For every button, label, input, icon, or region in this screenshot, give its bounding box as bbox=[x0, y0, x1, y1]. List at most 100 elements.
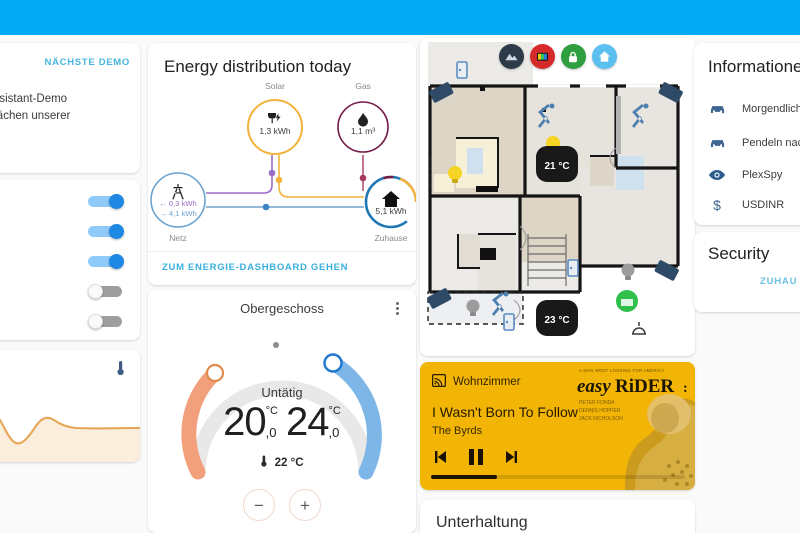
info-row-morning-commute[interactable]: Morgendliche P bbox=[708, 95, 800, 123]
gas-value: 1,1 m³ bbox=[351, 126, 375, 136]
info-row-commute-home[interactable]: Pendeln nach H bbox=[708, 129, 800, 157]
floorplan-picture-elements[interactable]: 21 °C 23 °C bbox=[420, 38, 695, 356]
current-temp-tick bbox=[273, 342, 279, 348]
hills-badge[interactable] bbox=[498, 44, 524, 69]
album-art: A MAN WENT LOOKING FOR AMERICA easy RiDE… bbox=[573, 362, 695, 490]
high-setpoint-unit: °C bbox=[328, 405, 341, 417]
home-value: 5,1 kWh bbox=[375, 206, 406, 216]
svg-text:easy: easy bbox=[577, 376, 611, 397]
high-setpoint-decimal: ,0 bbox=[328, 425, 340, 440]
cast-icon bbox=[431, 373, 447, 390]
media-player-card: A MAN WENT LOOKING FOR AMERICA easy RiDE… bbox=[420, 362, 695, 490]
media-source: Wohnzimmer bbox=[431, 373, 521, 390]
energy-dashboard-link[interactable]: ZUM ENERGIE-DASHBOARD GEHEN bbox=[162, 262, 348, 273]
thermostat-state: Untätig bbox=[261, 385, 303, 400]
thermostat-title: Obergeschoss bbox=[240, 301, 324, 316]
entertainment-card: Unterhaltung bbox=[420, 500, 695, 533]
entity-row-1 bbox=[88, 194, 128, 214]
low-setpoint-decimal: ,0 bbox=[265, 425, 277, 440]
thermometer-icon bbox=[115, 360, 126, 381]
vacuum-icon bbox=[616, 290, 638, 312]
flow-dot-solar-grid bbox=[268, 169, 276, 177]
car-icon bbox=[708, 137, 726, 149]
high-setpoint-handle bbox=[323, 353, 343, 373]
information-title: Informationen bbox=[708, 57, 800, 76]
media-source-name: Wohnzimmer bbox=[453, 376, 521, 388]
energy-card-footer: ZUM ENERGIE-DASHBOARD GEHEN bbox=[148, 251, 416, 285]
energy-node-gas: 1,1 m³ bbox=[337, 101, 389, 153]
next-demo-link[interactable]: NÄCHSTE DEMO bbox=[45, 57, 130, 68]
lock-badge[interactable] bbox=[560, 44, 586, 69]
home-badge[interactable] bbox=[591, 44, 617, 69]
info-row-label: USDINR bbox=[742, 199, 785, 211]
svg-text:$: $ bbox=[713, 197, 721, 213]
energy-node-grid: ← 0,3 kWh → 4,1 kWh bbox=[150, 172, 206, 228]
toggle-switch-1[interactable] bbox=[88, 194, 124, 209]
grid-value-out: → 4,1 kWh bbox=[159, 209, 197, 218]
door-sensor-icon-hall bbox=[567, 259, 579, 277]
app-top-bar bbox=[0, 0, 800, 35]
thermometer-icon bbox=[261, 455, 267, 467]
increase-temperature-button[interactable]: + bbox=[289, 489, 321, 521]
svg-text:RiDER: RiDER bbox=[615, 376, 674, 397]
floorplan-thermostat-livingroom: 23 °C bbox=[536, 300, 578, 336]
media-progress-bar[interactable] bbox=[431, 475, 685, 479]
svg-text:DENNIS HOPPER: DENNIS HOPPER bbox=[579, 408, 621, 414]
svg-text:PETER FONDA: PETER FONDA bbox=[579, 400, 615, 406]
floorplan-badges bbox=[420, 44, 695, 69]
media-track-title: I Wasn't Born To Follow bbox=[432, 404, 578, 420]
eye-icon bbox=[708, 169, 726, 181]
television-badge[interactable] bbox=[529, 44, 555, 69]
media-controls bbox=[431, 447, 521, 472]
demo-description-line-1: st die Home Assistant-Demo bbox=[0, 93, 68, 105]
more-vertical-icon[interactable] bbox=[390, 302, 404, 318]
graph-plot bbox=[0, 416, 140, 462]
skip-previous-icon[interactable] bbox=[431, 448, 449, 471]
flow-dot-solar-home bbox=[275, 176, 283, 184]
pause-icon[interactable] bbox=[467, 447, 485, 472]
high-setpoint[interactable]: 24 °C ,0 bbox=[286, 402, 341, 442]
thermostat-current-temperature: 22 °C bbox=[148, 455, 416, 469]
door-sensor-icon-front bbox=[503, 313, 515, 331]
floorplan-card: 21 °C 23 °C bbox=[420, 38, 695, 356]
toggle-switch-4[interactable] bbox=[88, 284, 124, 299]
low-setpoint-value: 20 bbox=[223, 400, 266, 444]
easy-rider-cover: A MAN WENT LOOKING FOR AMERICA easy RiDE… bbox=[573, 362, 695, 490]
info-row-label: Morgendliche P bbox=[742, 103, 800, 115]
svg-text:23 °C: 23 °C bbox=[544, 315, 569, 326]
flow-dot-gas-home bbox=[359, 174, 367, 182]
floorplan-thermostat-upstairs: 21 °C bbox=[536, 146, 578, 182]
entity-row-3 bbox=[88, 254, 128, 274]
entity-row-5 bbox=[88, 314, 128, 334]
info-row-label: PlexSpy bbox=[742, 169, 783, 181]
info-row-plexspy[interactable]: PlexSpy bbox=[708, 161, 800, 189]
toggle-switch-3[interactable] bbox=[88, 254, 124, 269]
thermostat-setpoints: 20 °C ,0 24 °C ,0 bbox=[148, 402, 416, 442]
info-row-usdinr[interactable]: $ USDINR bbox=[708, 191, 800, 219]
grid-label: Netz bbox=[169, 233, 186, 243]
low-setpoint-handle bbox=[205, 363, 225, 383]
svg-text:A MAN WENT LOOKING FOR AMERICA: A MAN WENT LOOKING FOR AMERICA bbox=[579, 368, 665, 373]
toggle-switch-5[interactable] bbox=[88, 314, 124, 329]
media-artist: The Byrds bbox=[432, 425, 483, 437]
arm-home-button[interactable]: ZUHAU bbox=[760, 276, 797, 287]
skip-next-icon[interactable] bbox=[503, 448, 521, 471]
info-row-label: Pendeln nach H bbox=[742, 137, 800, 149]
energy-sankey-diagram: 1,3 kWh Solar 1,1 m³ Gas ← 0,3 kWh → 4,1… bbox=[150, 81, 416, 243]
svg-text:21 °C: 21 °C bbox=[544, 161, 569, 172]
gas-label: Gas bbox=[355, 81, 371, 91]
security-title: Security bbox=[708, 244, 770, 263]
entity-row-2 bbox=[88, 224, 128, 244]
demo-description: st die Home Assistant-Demo Benutzeroberf… bbox=[0, 91, 128, 125]
entities-toggle-card bbox=[0, 180, 140, 340]
information-card: Informationen Morgendliche P Pendeln nac… bbox=[694, 43, 800, 225]
low-setpoint-unit: °C bbox=[265, 405, 278, 417]
svg-text:JACK NICHOLSON: JACK NICHOLSON bbox=[579, 416, 623, 422]
low-setpoint[interactable]: 20 °C ,0 bbox=[223, 402, 278, 442]
energy-node-solar: 1,3 kWh bbox=[247, 99, 303, 155]
home-assistant-dashboard: NÄCHSTE DEMO st die Home Assistant-Demo … bbox=[0, 0, 800, 533]
entity-row-4 bbox=[88, 284, 128, 304]
energy-distribution-card: Energy distribution today 1,3 kWh Solar … bbox=[148, 43, 416, 285]
toggle-switch-2[interactable] bbox=[88, 224, 124, 239]
decrease-temperature-button[interactable]: − bbox=[243, 489, 275, 521]
